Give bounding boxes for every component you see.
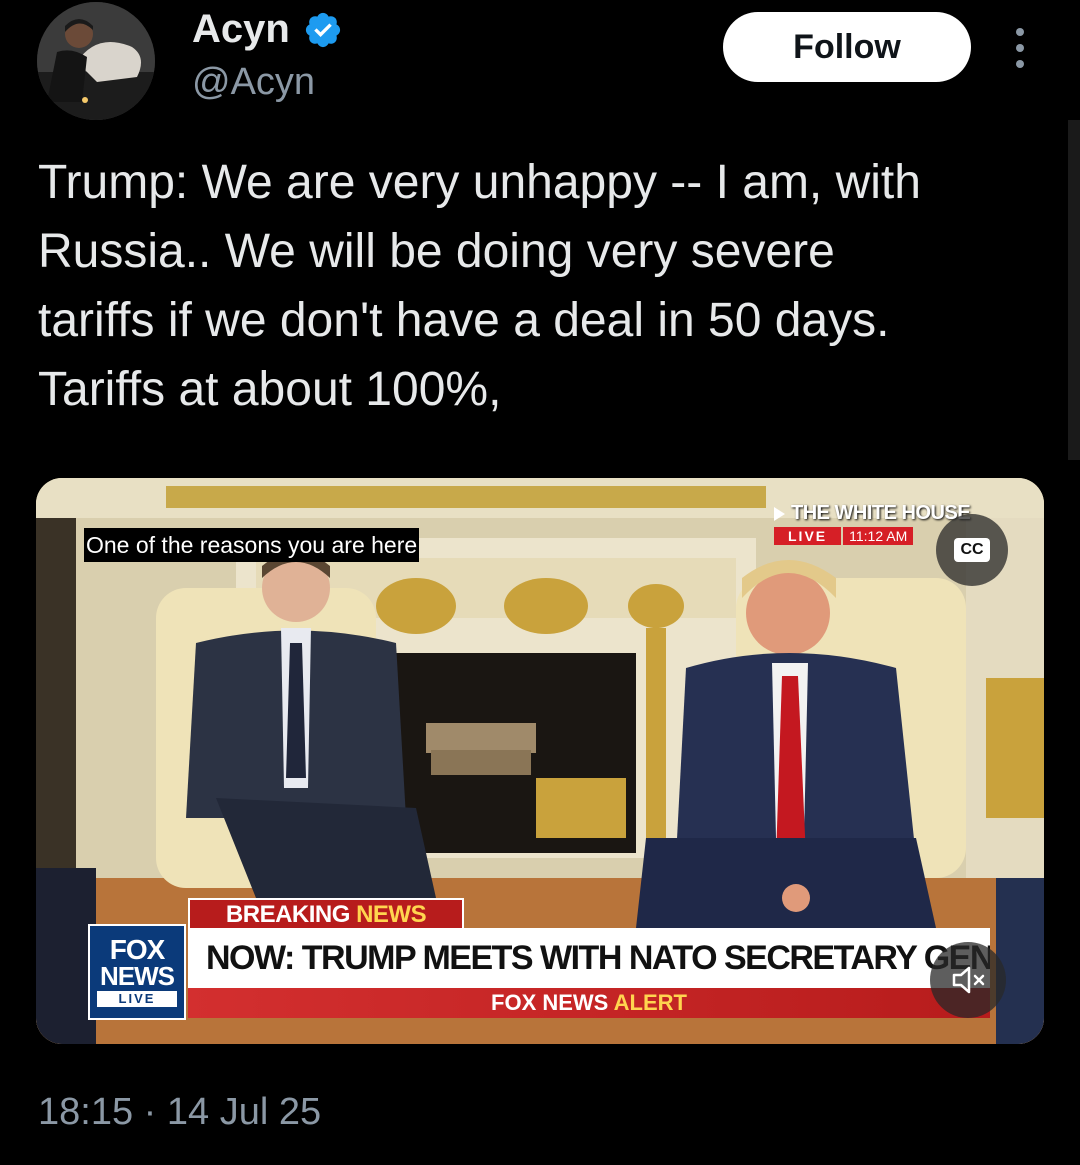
closed-captions-button[interactable]: CC — [936, 514, 1008, 586]
follow-button[interactable]: Follow — [723, 12, 971, 82]
live-badge: LIVE — [774, 527, 842, 545]
play-triangle-icon — [774, 506, 785, 521]
display-name[interactable]: Acyn — [192, 6, 290, 52]
avatar[interactable] — [37, 2, 155, 120]
fox-news-logo: FOX NEWS LIVE — [88, 924, 186, 1020]
verified-badge-icon — [305, 12, 341, 48]
breaking-news-word: NEWS — [356, 901, 427, 928]
dot — [1016, 44, 1024, 52]
cc-icon: CC — [954, 538, 990, 562]
breaking-label: BREAKING — [225, 901, 351, 928]
fox-logo-line2: NEWS — [100, 961, 175, 991]
tweet-timestamp[interactable]: 18:15 · 14 Jul 25 — [38, 1090, 321, 1134]
avatar-image — [37, 2, 155, 120]
dot — [1016, 28, 1024, 36]
closed-caption-text: One of the reasons you are here — [84, 528, 420, 562]
tweet-text: Trump: We are very unhappy -- I am, with… — [38, 156, 921, 416]
speaker-muted-icon — [952, 966, 985, 994]
alert-prefix: FOX NEWS — [491, 990, 609, 1015]
scroll-indicator — [1068, 120, 1080, 460]
dot — [1016, 60, 1024, 68]
lower-third-headline: NOW: TRUMP MEETS WITH NATO SECRETARY GEN… — [188, 928, 990, 988]
source-label: THE WHITE HOUSE — [791, 502, 971, 524]
handle[interactable]: @Acyn — [192, 60, 315, 104]
fox-logo-line1: FOX — [109, 934, 166, 965]
mute-toggle-button[interactable] — [930, 942, 1006, 1018]
more-options-icon[interactable] — [1010, 28, 1030, 68]
fox-news-alert-bar: FOX NEWS ALERT — [188, 988, 990, 1018]
broadcast-time: 11:12 AM — [843, 527, 914, 545]
alert-word: ALERT — [613, 990, 687, 1015]
breaking-news-tab: BREAKING NEWS — [188, 898, 464, 932]
fox-logo-line3: LIVE — [97, 991, 177, 1007]
video-player[interactable]: One of the reasons you are here THE WHIT… — [36, 478, 1044, 1044]
